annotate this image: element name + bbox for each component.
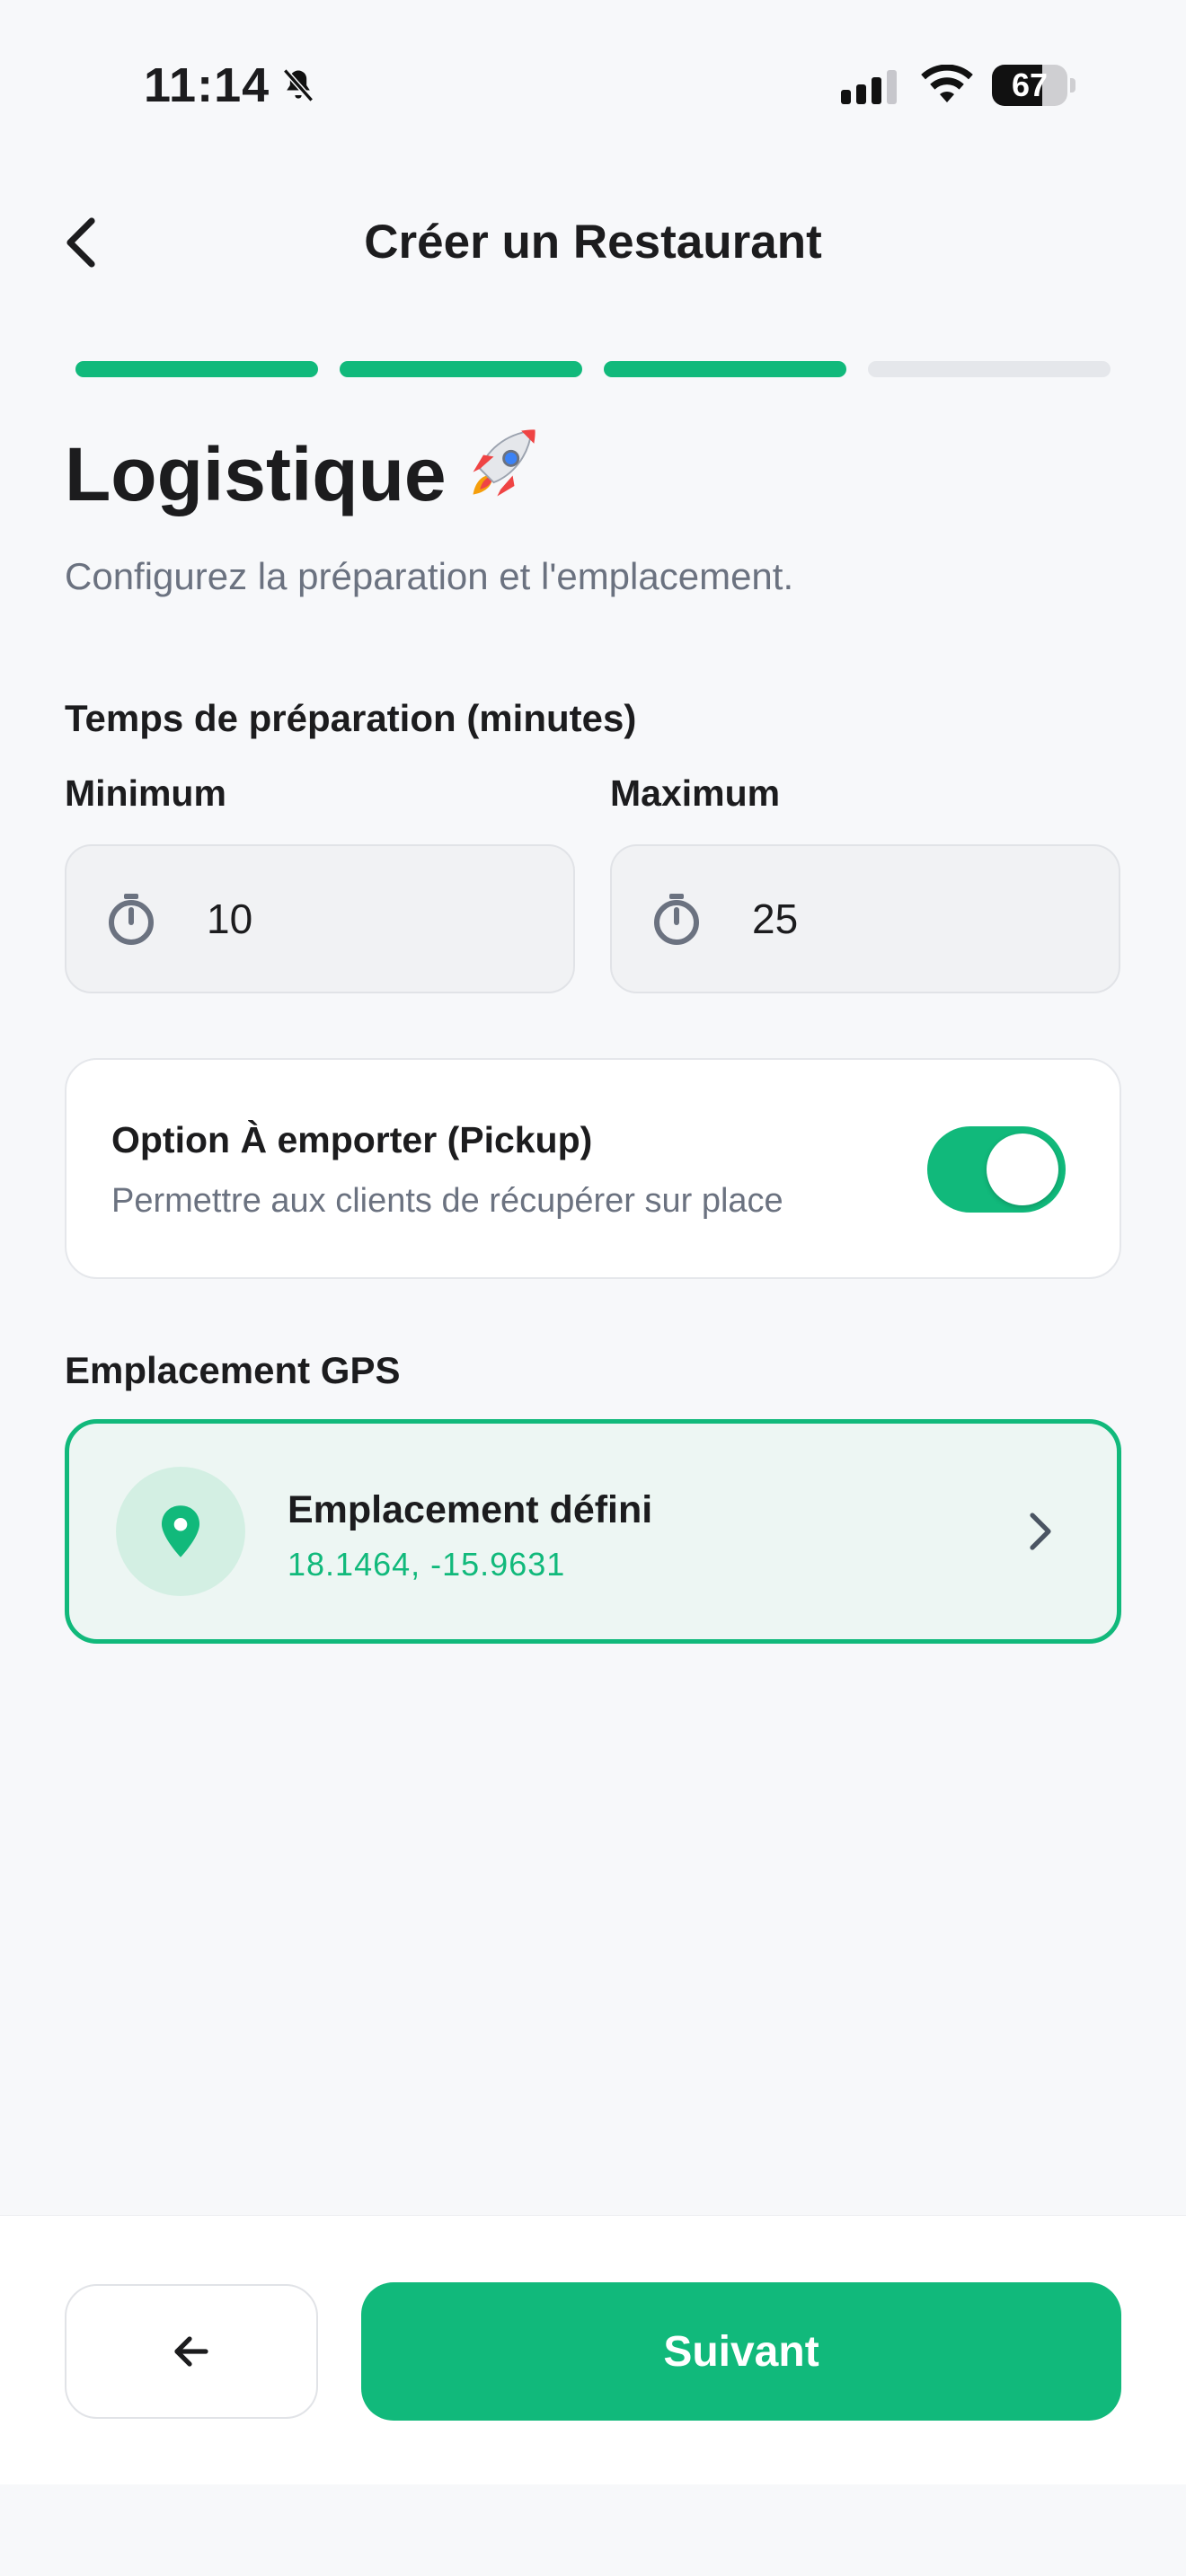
max-label: Maximum bbox=[610, 772, 781, 814]
pickup-option-card: Option À emporter (Pickup) Permettre aux… bbox=[65, 1058, 1121, 1279]
progress-step-1 bbox=[75, 361, 318, 377]
battery-percent: 67 bbox=[1011, 66, 1049, 103]
chevron-left-icon bbox=[66, 217, 95, 268]
rocket-icon bbox=[463, 424, 545, 525]
footer-actions: Suivant bbox=[0, 2215, 1186, 2484]
progress-step-4 bbox=[868, 361, 1111, 377]
app-header: Créer un Restaurant bbox=[0, 189, 1186, 296]
gps-icon-badge bbox=[116, 1467, 245, 1596]
min-label: Minimum bbox=[65, 772, 226, 814]
gps-coordinates: 18.1464, -15.9631 bbox=[288, 1546, 566, 1583]
stopwatch-icon bbox=[654, 894, 699, 945]
pickup-description: Permettre aux clients de récupérer sur p… bbox=[111, 1182, 783, 1220]
back-button[interactable] bbox=[45, 207, 117, 278]
progress-step-3 bbox=[604, 361, 846, 377]
signal-icon bbox=[841, 70, 897, 104]
previous-button[interactable] bbox=[65, 2284, 318, 2419]
prep-time-label: Temps de préparation (minutes) bbox=[65, 697, 637, 739]
min-prep-time-value: 10 bbox=[207, 895, 253, 942]
progress-step-2 bbox=[340, 361, 582, 377]
status-time-text: 11:14 bbox=[144, 58, 270, 112]
page-title: Créer un Restaurant bbox=[364, 216, 822, 269]
map-pin-icon bbox=[161, 1505, 200, 1557]
section-heading: Logistique bbox=[65, 424, 545, 525]
gps-title: Emplacement défini bbox=[288, 1488, 653, 1531]
gps-label: Emplacement GPS bbox=[65, 1349, 401, 1391]
pickup-title: Option À emporter (Pickup) bbox=[111, 1119, 593, 1160]
arrow-left-icon bbox=[174, 2336, 208, 2367]
heading-text: Logistique bbox=[65, 431, 447, 516]
screen: 11:14 67 Créer un Restaurant Logistique … bbox=[0, 0, 1186, 2576]
max-prep-time-value: 25 bbox=[752, 895, 799, 942]
section-subtitle: Configurez la préparation et l'emplaceme… bbox=[65, 555, 794, 597]
min-prep-time-input[interactable]: 10 bbox=[65, 844, 575, 993]
toggle-knob bbox=[987, 1134, 1058, 1205]
stopwatch-icon bbox=[109, 894, 154, 945]
chevron-right-icon bbox=[1030, 1513, 1051, 1550]
pickup-toggle[interactable] bbox=[927, 1126, 1066, 1213]
gps-location-card[interactable]: Emplacement défini 18.1464, -15.9631 bbox=[65, 1419, 1121, 1644]
max-prep-time-input[interactable]: 25 bbox=[610, 844, 1120, 993]
battery-icon: 67 bbox=[992, 65, 1075, 106]
step-progress bbox=[75, 361, 1111, 377]
next-button[interactable]: Suivant bbox=[361, 2282, 1121, 2421]
bell-muted-icon bbox=[283, 68, 314, 102]
status-bar: 11:14 67 bbox=[0, 0, 1186, 171]
status-time: 11:14 bbox=[144, 57, 318, 113]
wifi-icon bbox=[921, 65, 973, 102]
